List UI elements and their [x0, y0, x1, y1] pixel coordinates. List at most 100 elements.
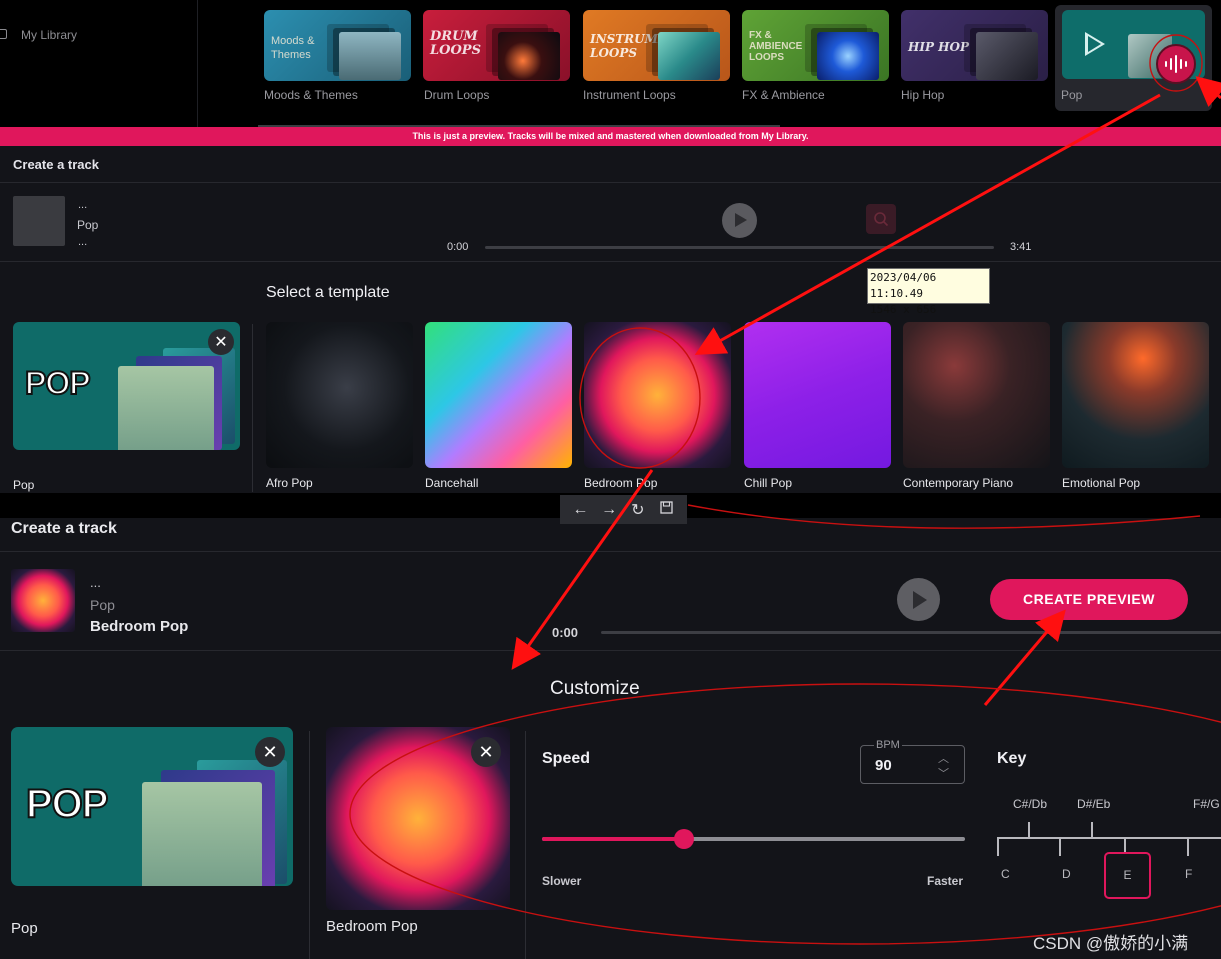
- key-tick: [1187, 837, 1189, 856]
- bpm-caption: BPM: [874, 739, 902, 751]
- play-icon: [1085, 32, 1105, 56]
- template-label: Bedroom Pop: [584, 476, 658, 490]
- search-button[interactable]: [866, 204, 896, 234]
- key-tick: [1028, 822, 1030, 838]
- tooltip-timestamp: 2023/04/06 11:10.49: [870, 271, 937, 300]
- template-label: Chill Pop: [744, 476, 793, 490]
- key-tick: [1124, 837, 1126, 852]
- key-note-d[interactable]: D: [1062, 867, 1071, 881]
- category-tile-fx-ambience[interactable]: FX & AMBIENCE LOOPS: [742, 10, 889, 81]
- library-checkbox[interactable]: [0, 29, 7, 39]
- key-label: Key: [997, 750, 1027, 767]
- time-elapsed: 0:00: [552, 625, 579, 640]
- category-label: Drum Loops: [424, 88, 490, 102]
- playback-progress[interactable]: [601, 631, 1221, 634]
- waveform-icon: [1175, 55, 1177, 73]
- create-preview-button[interactable]: CREATE PREVIEW: [990, 579, 1188, 620]
- sidebar: [0, 0, 198, 127]
- category-label: Hip Hop: [901, 88, 945, 102]
- play-button[interactable]: [722, 203, 757, 238]
- track-genre: Pop: [90, 597, 115, 613]
- genre-label: Pop: [11, 920, 38, 937]
- key-note-e-selected[interactable]: E: [1104, 852, 1151, 899]
- template-card-contemporary-piano[interactable]: [903, 322, 1050, 468]
- template-label: Emotional Pop: [1062, 476, 1141, 490]
- track-genre: Pop: [77, 218, 99, 232]
- category-label: Pop: [1061, 88, 1083, 102]
- card-image: [142, 782, 262, 886]
- category-tile-text: Moods & Themes: [271, 35, 315, 61]
- pop-logo-text: POP: [25, 781, 110, 827]
- card-image: [118, 366, 214, 450]
- section-title: Create a track: [11, 520, 117, 537]
- template-card-dancehall[interactable]: [425, 322, 572, 468]
- category-label: Moods & Themes: [264, 88, 358, 102]
- waveform-icon: [1185, 61, 1187, 67]
- playback-progress[interactable]: [485, 246, 994, 249]
- back-arrow-icon[interactable]: ←: [570, 501, 590, 519]
- selected-genre-label: Pop: [13, 478, 35, 492]
- close-icon[interactable]: ✕: [255, 737, 285, 767]
- divider: [0, 261, 1221, 262]
- category-tile-drum-loops[interactable]: DRUM LOOPS: [423, 10, 570, 81]
- key-tick: [997, 837, 999, 856]
- key-sharp-c[interactable]: C#/Db: [1013, 797, 1047, 811]
- time-total: 3:41: [1010, 241, 1032, 253]
- section-title: Create a track: [13, 157, 99, 172]
- key-sharp-f[interactable]: F#/G: [1193, 797, 1220, 811]
- track-template: Bedroom Pop: [90, 618, 189, 635]
- template-card-afro-pop[interactable]: [266, 322, 413, 468]
- category-tile-text: HIP HOP: [908, 40, 969, 54]
- waveform-icon: [1180, 59, 1182, 69]
- waveform-icon: [1165, 61, 1167, 67]
- speed-label: Speed: [542, 750, 591, 767]
- divider: [309, 731, 310, 959]
- play-button[interactable]: [897, 578, 940, 621]
- key-sharp-d[interactable]: D#/Eb: [1077, 797, 1110, 811]
- close-icon[interactable]: ✕: [471, 737, 501, 767]
- key-note-c[interactable]: C: [1001, 867, 1010, 881]
- divider: [0, 182, 1221, 183]
- genre-card: POP: [11, 727, 293, 886]
- selected-genre-card: POP: [13, 322, 240, 450]
- divider: [252, 324, 253, 492]
- sidebar-item-my-library[interactable]: My Library: [21, 28, 77, 42]
- speed-slider-fill: [542, 837, 684, 841]
- key-note-f[interactable]: F: [1185, 867, 1192, 881]
- preview-banner: This is just a preview. Tracks will be m…: [0, 127, 1221, 146]
- category-thumbnail: [976, 32, 1038, 80]
- save-icon[interactable]: [657, 500, 677, 519]
- category-thumbnail: [339, 32, 401, 80]
- chevron-up-icon[interactable]: ︿: [938, 750, 949, 766]
- waveform-button[interactable]: [1156, 44, 1196, 84]
- waveform-icon: [1170, 58, 1172, 70]
- category-label: FX & Ambience: [742, 88, 825, 102]
- section-title: Customize: [550, 678, 640, 699]
- bpm-value[interactable]: 90: [875, 757, 892, 774]
- category-label: Instrument Loops: [583, 88, 676, 102]
- reload-icon[interactable]: ↻: [628, 500, 648, 520]
- template-card-emotional-pop[interactable]: [1062, 322, 1209, 468]
- category-thumbnail: [658, 32, 720, 80]
- faster-label: Faster: [927, 874, 964, 888]
- watermark: CSDN @傲娇的小满: [1033, 934, 1189, 953]
- track-artwork: [11, 569, 75, 632]
- template-label: Contemporary Piano: [903, 476, 1014, 490]
- category-tile-instrument-loops[interactable]: INSTRUMENT LOOPS: [583, 10, 730, 81]
- chevron-down-icon[interactable]: ﹀: [938, 765, 949, 781]
- search-icon: [874, 212, 889, 227]
- category-tile-moods-themes[interactable]: Moods & Themes: [264, 10, 411, 81]
- category-tile-text: FX & AMBIENCE LOOPS: [749, 30, 803, 63]
- close-icon[interactable]: ✕: [208, 329, 234, 355]
- pop-logo-text: POP: [24, 364, 92, 402]
- speed-slider-thumb[interactable]: [674, 829, 694, 849]
- template-label: Afro Pop: [266, 476, 313, 490]
- template-card-bedroom-pop[interactable]: [584, 322, 731, 468]
- forward-arrow-icon[interactable]: →: [599, 501, 619, 519]
- divider: [0, 551, 1221, 552]
- section-title: Select a template: [266, 284, 390, 301]
- category-tile-hip-hop[interactable]: HIP HOP: [901, 10, 1048, 81]
- key-tick: [1059, 837, 1061, 856]
- template-card-chill-pop[interactable]: [744, 322, 891, 468]
- category-thumbnail: [498, 32, 560, 80]
